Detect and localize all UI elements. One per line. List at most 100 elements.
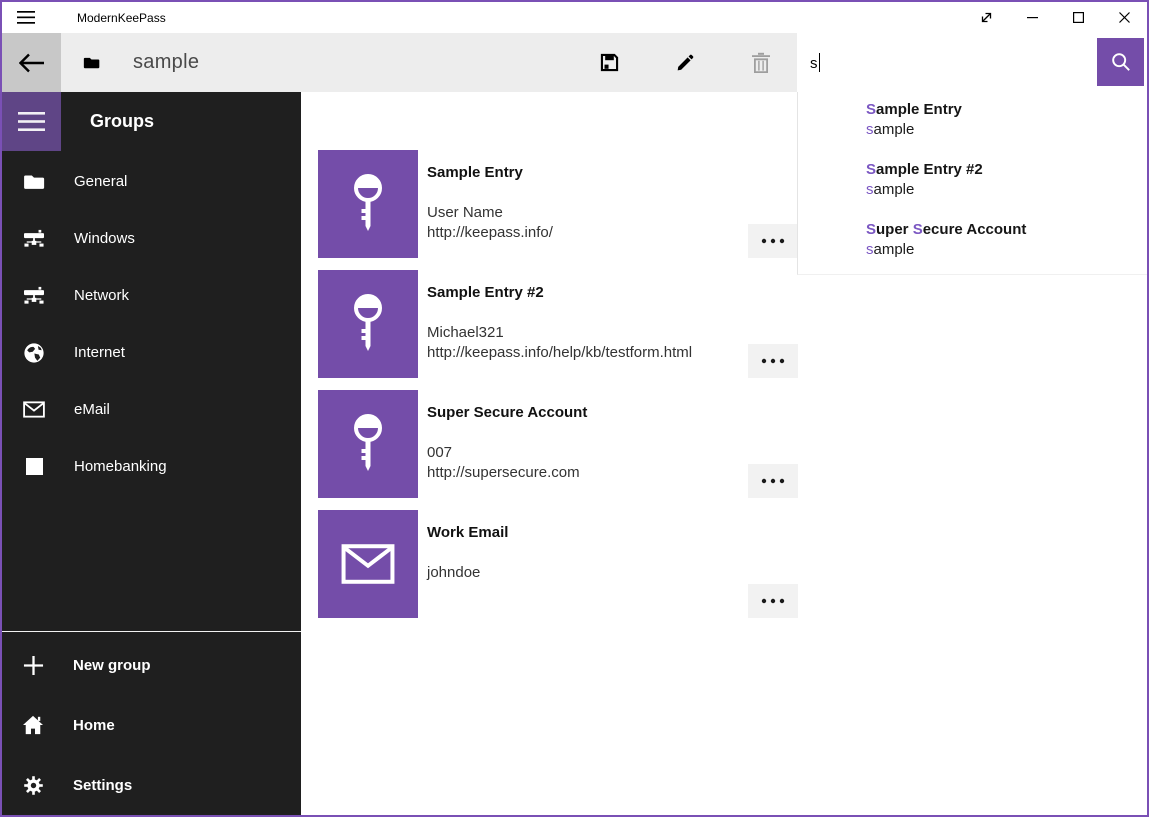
ellipsis-icon [760,238,786,244]
suggestion-title: Super Secure Account [866,220,1147,240]
app-title: ModernKeePass [77,11,166,25]
entry-tile[interactable] [318,270,418,378]
entry-title: Sample Entry [427,164,523,181]
more-button[interactable] [748,344,798,378]
suggestion-item[interactable]: Super Secure Account sample [866,220,1147,280]
maximize-icon [1073,12,1084,23]
entry-info: Super Secure Account 007 http://supersec… [427,390,748,498]
more-button[interactable] [748,584,798,618]
nav-hamburger-button[interactable] [2,92,61,151]
search-suggestions: Sample Entry sample Sample Entry #2 samp… [797,92,1147,275]
database-title: sample [133,51,199,74]
close-button[interactable] [1101,2,1147,33]
sidebar-item-new-group[interactable]: New group [2,635,301,695]
entry-tile[interactable] [318,510,418,618]
diagonal-resize-icon [980,11,993,24]
entry-row[interactable]: Sample Entry User Name http://keepass.in… [318,150,798,258]
ellipsis-icon [760,598,786,604]
sidebar-item-label: Settings [73,777,132,794]
search-button[interactable] [1097,38,1144,86]
sidebar-header: Groups [2,92,301,151]
groups-heading: Groups [90,111,154,132]
folder-icon [23,173,45,190]
home-icon [21,715,45,735]
entry-row[interactable]: Work Email johndoe [318,510,798,618]
sidebar-item-homebanking[interactable]: Homebanking [2,438,301,495]
entry-title: Sample Entry #2 [427,284,544,301]
sidebar-item-label: General [74,173,127,190]
hamburger-icon [18,112,45,131]
key-icon [350,173,386,235]
more-button[interactable] [748,224,798,258]
sidebar-item-email[interactable]: eMail [2,381,301,438]
entry-list: Sample Entry User Name http://keepass.in… [318,150,798,630]
sidebar-item-settings[interactable]: Settings [2,755,301,815]
commandbar: sample s [2,33,1147,92]
folder-icon [83,56,100,69]
plus-icon [21,655,45,676]
close-icon [1119,12,1130,23]
sidebar-item-general[interactable]: General [2,153,301,210]
magnifier-icon [1111,52,1131,72]
sidebar-item-network[interactable]: Network [2,267,301,324]
save-button[interactable] [585,33,633,92]
mail-icon [341,544,395,584]
entry-row[interactable]: Super Secure Account 007 http://supersec… [318,390,798,498]
entry-username: User Name [427,204,503,221]
sidebar-item-windows[interactable]: Windows [2,210,301,267]
back-button[interactable] [2,33,61,92]
mail-icon [23,401,45,418]
sidebar-item-label: Windows [74,230,135,247]
back-arrow-icon [19,53,45,73]
fullscreen-button[interactable] [963,2,1009,33]
globe-icon [23,342,45,364]
entry-username: Michael321 [427,324,504,341]
search-input[interactable]: s [810,53,820,72]
entry-row[interactable]: Sample Entry #2 Michael321 http://keepas… [318,270,798,378]
ellipsis-icon [760,478,786,484]
hamburger-icon[interactable] [9,2,43,33]
trash-icon [751,52,771,74]
suggestion-title: Sample Entry [866,100,1147,120]
square-icon [23,458,45,475]
key-icon [350,413,386,475]
maximize-button[interactable] [1055,2,1101,33]
entry-info: Work Email johndoe [427,510,748,618]
sidebar: Groups General Windows [2,92,301,815]
sidebar-spacer [2,495,301,631]
sidebar-divider [2,631,301,632]
suggestion-title: Sample Entry #2 [866,160,1147,180]
text-caret [819,53,820,72]
save-icon [598,51,621,74]
suggestion-item[interactable]: Sample Entry sample [866,100,1147,160]
sidebar-item-internet[interactable]: Internet [2,324,301,381]
entry-tile[interactable] [318,390,418,498]
network-icon [23,286,45,306]
entry-url: http://supersecure.com [427,464,580,481]
sidebar-item-label: eMail [74,401,110,418]
minimize-button[interactable] [1009,2,1055,33]
suggestion-subtitle: sample [866,240,1147,260]
entry-title: Super Secure Account [427,404,587,421]
edit-button[interactable] [661,33,709,92]
sidebar-item-label: Homebanking [74,458,167,475]
delete-button[interactable] [737,33,785,92]
entry-url: http://keepass.info/ [427,224,553,241]
search-box: s [797,33,1147,92]
network-icon [23,229,45,249]
suggestion-item[interactable]: Sample Entry #2 sample [866,160,1147,220]
entry-username: johndoe [427,564,480,581]
entry-tile[interactable] [318,150,418,258]
entry-title: Work Email [427,524,508,541]
titlebar: ModernKeePass [2,2,1147,33]
more-button[interactable] [748,464,798,498]
gear-icon [21,775,45,796]
sidebar-footer: New group Home Settings [2,635,301,815]
sidebar-item-label: Internet [74,344,125,361]
commandbar-main: sample [61,33,797,92]
suggestion-subtitle: sample [866,120,1147,140]
app-window: ModernKeePass sample [0,0,1149,817]
sidebar-item-label: Network [74,287,129,304]
sidebar-item-home[interactable]: Home [2,695,301,755]
entry-username: 007 [427,444,452,461]
